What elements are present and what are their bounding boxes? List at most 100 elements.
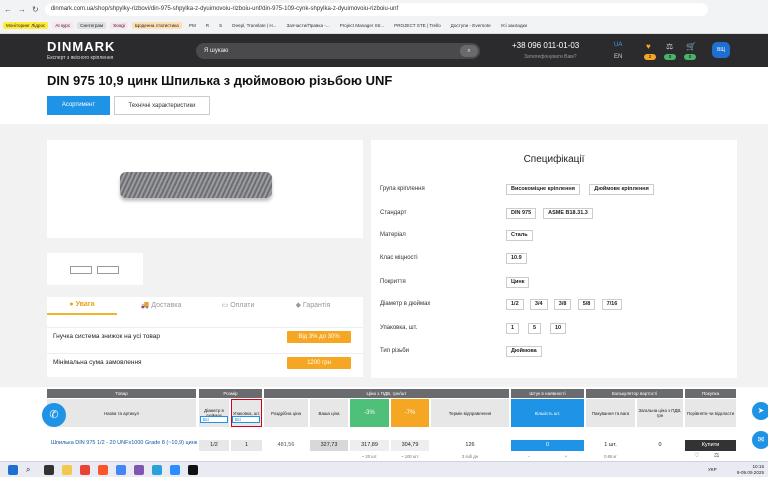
bookmark-item[interactable]: Усі закладки bbox=[498, 22, 530, 29]
spec-value[interactable]: 3/8 bbox=[553, 299, 572, 310]
spec-value[interactable]: 3/4 bbox=[529, 299, 548, 310]
spec-value[interactable]: 7/16 bbox=[601, 299, 623, 310]
spec-panel bbox=[371, 140, 737, 378]
app-icon[interactable] bbox=[80, 465, 90, 475]
tab-attention[interactable]: ● Увага bbox=[47, 301, 117, 315]
spec-value[interactable]: Цинк bbox=[506, 277, 530, 288]
compare-count: 0 bbox=[664, 54, 676, 60]
spec-label: Стандарт bbox=[380, 210, 407, 216]
bookmark-item[interactable]: Deepl, Translate | H... bbox=[229, 22, 279, 29]
bookmark-item[interactable]: Синтеграм bbox=[77, 22, 107, 29]
browser-toolbar: ← → ↻ dinmark.com.ua/shop/shpylky-rizbov… bbox=[0, 0, 768, 18]
callback-link[interactable]: Зателефонувати Вам? bbox=[524, 54, 576, 60]
avatar[interactable]: ВЩ bbox=[712, 42, 730, 58]
table-cell: 317,89 bbox=[350, 440, 389, 451]
telegram-icon[interactable]: ➤ bbox=[752, 402, 768, 420]
reload-icon[interactable]: ↻ bbox=[32, 5, 39, 14]
bookmarks-bar: Моніторинг Лідрос AI курс Синтеграм Soogi Що… bbox=[0, 18, 768, 34]
bookmark-item[interactable]: Запчасти/Правка -... bbox=[284, 22, 333, 29]
tab-delivery[interactable]: 🚚 Доставка bbox=[126, 301, 196, 309]
size-filter-select[interactable]: Всі bbox=[200, 416, 228, 423]
lang-en[interactable]: EN bbox=[614, 54, 622, 60]
tab-assortment[interactable]: Асортимент bbox=[47, 96, 110, 115]
search-icon[interactable]: ⌕ bbox=[26, 465, 36, 475]
minus-button[interactable]: − bbox=[511, 453, 547, 460]
spec-value[interactable]: Сталь bbox=[506, 230, 533, 241]
product-name-link[interactable]: Шпилька DIN 975 1/2 - 20 UNFx1000 Grade … bbox=[51, 440, 199, 447]
spec-value[interactable]: 5/8 bbox=[577, 299, 596, 310]
explorer-icon[interactable] bbox=[62, 465, 72, 475]
spec-value[interactable]: 1/2 bbox=[506, 299, 524, 310]
spec-value[interactable]: 1 bbox=[506, 323, 520, 334]
site-tagline: Експерт з якісного кріплення bbox=[47, 55, 114, 61]
spec-value[interactable]: ASME B18.31.3 bbox=[543, 208, 593, 219]
spec-value[interactable]: Високоміцне кріплення bbox=[506, 184, 580, 195]
product-image[interactable] bbox=[120, 172, 272, 198]
tab-warranty[interactable]: ◆ Гарантія bbox=[278, 301, 348, 309]
bookmark-item[interactable]: PM bbox=[186, 22, 199, 29]
bookmark-item[interactable]: Soogi bbox=[110, 22, 128, 29]
truck-icon: 🚚 bbox=[140, 302, 152, 309]
tab-specs[interactable]: Технічні характеристики bbox=[114, 96, 210, 115]
product-thumbnail[interactable] bbox=[47, 253, 143, 285]
windows-start-icon[interactable] bbox=[8, 465, 18, 475]
tab-payment[interactable]: ▭ Оплати bbox=[203, 301, 273, 309]
spec-value[interactable]: Дюймова bbox=[506, 346, 542, 357]
bookmark-item[interactable]: S bbox=[216, 22, 225, 29]
buy-button[interactable]: Купити bbox=[685, 440, 736, 451]
clock[interactable]: 10:15 9-09.09.2025 bbox=[737, 464, 764, 476]
bookmark-item[interactable]: Project Manager Str... bbox=[337, 22, 387, 29]
bookmark-item[interactable]: Щоденна статистика bbox=[131, 22, 182, 29]
chrome-icon[interactable] bbox=[116, 465, 126, 475]
spec-value[interactable]: DIN 975 bbox=[506, 208, 537, 219]
table-group-header: Товар bbox=[47, 389, 196, 398]
spec-value[interactable]: 5 bbox=[528, 323, 542, 334]
table-col-header: -3% bbox=[350, 399, 389, 427]
search-icon[interactable]: ⌕ bbox=[460, 45, 478, 57]
table-col-header: Ваша ціна bbox=[310, 399, 348, 427]
size-filter-select[interactable]: Всі bbox=[232, 416, 260, 423]
url-bar[interactable]: dinmark.com.ua/shop/shpylky-rizbovi/din-… bbox=[44, 2, 708, 16]
spec-label: Група кріплення bbox=[380, 186, 425, 192]
bookmark-item[interactable]: PROJECT STE | Trello bbox=[391, 22, 444, 29]
heart-icon[interactable]: ♥ bbox=[646, 42, 651, 51]
wishlist-heart-icon[interactable]: ♡ bbox=[694, 452, 699, 459]
phone-number[interactable]: +38 096 011-01-03 bbox=[512, 41, 579, 50]
language-indicator[interactable]: УКР bbox=[708, 467, 717, 472]
brave-icon[interactable] bbox=[98, 465, 108, 475]
zoom-icon[interactable] bbox=[170, 465, 180, 475]
taskview-icon[interactable] bbox=[44, 465, 54, 475]
forward-icon[interactable]: → bbox=[18, 5, 26, 14]
search-placeholder: Я шукаю bbox=[204, 48, 229, 54]
cart-icon[interactable]: 🛒 bbox=[686, 42, 696, 51]
spec-value[interactable]: 10.9 bbox=[506, 253, 527, 264]
bookmark-item[interactable]: R bbox=[203, 22, 212, 29]
lang-ua[interactable]: UA bbox=[614, 42, 622, 48]
spec-label: Клас міцності bbox=[380, 255, 418, 261]
spec-value[interactable]: Дюймове кріплення bbox=[589, 184, 654, 195]
cell-subtext: 3 sufi дн bbox=[462, 454, 478, 459]
back-icon[interactable]: ← bbox=[4, 5, 12, 14]
app-icon[interactable] bbox=[188, 465, 198, 475]
table-cell: 0 bbox=[637, 440, 683, 451]
compare-icon[interactable]: ⚖ bbox=[714, 452, 719, 459]
discount-badge: Від 3% до 30% bbox=[287, 331, 351, 343]
quantity-input[interactable]: 0 bbox=[511, 440, 584, 451]
bookmark-item[interactable]: Моніторинг Лідрос bbox=[3, 22, 49, 29]
bookmark-item[interactable]: AI курс bbox=[52, 22, 74, 29]
phone-call-icon[interactable]: ✆ bbox=[42, 403, 66, 427]
site-logo[interactable]: DINMARK bbox=[47, 39, 115, 54]
table-cell: 327,73 bbox=[310, 440, 348, 451]
bookmark-item[interactable]: Доступи - Evernote bbox=[448, 22, 494, 29]
table-col-header: Порівняти чи відкласти bbox=[685, 399, 736, 427]
search-input[interactable]: Я шукаю ⌕ bbox=[196, 43, 480, 59]
table-cell: 1/2 bbox=[199, 440, 229, 451]
minimum-badge: 1200 грн bbox=[287, 357, 351, 369]
viber-icon[interactable] bbox=[134, 465, 144, 475]
plus-button[interactable]: + bbox=[548, 453, 584, 460]
cart-count: 0 bbox=[684, 54, 696, 60]
telegram-icon[interactable] bbox=[152, 465, 162, 475]
chat-icon[interactable]: ✉ bbox=[752, 431, 768, 449]
compare-icon[interactable]: ⚖ bbox=[666, 42, 673, 51]
spec-value[interactable]: 10 bbox=[550, 323, 567, 334]
